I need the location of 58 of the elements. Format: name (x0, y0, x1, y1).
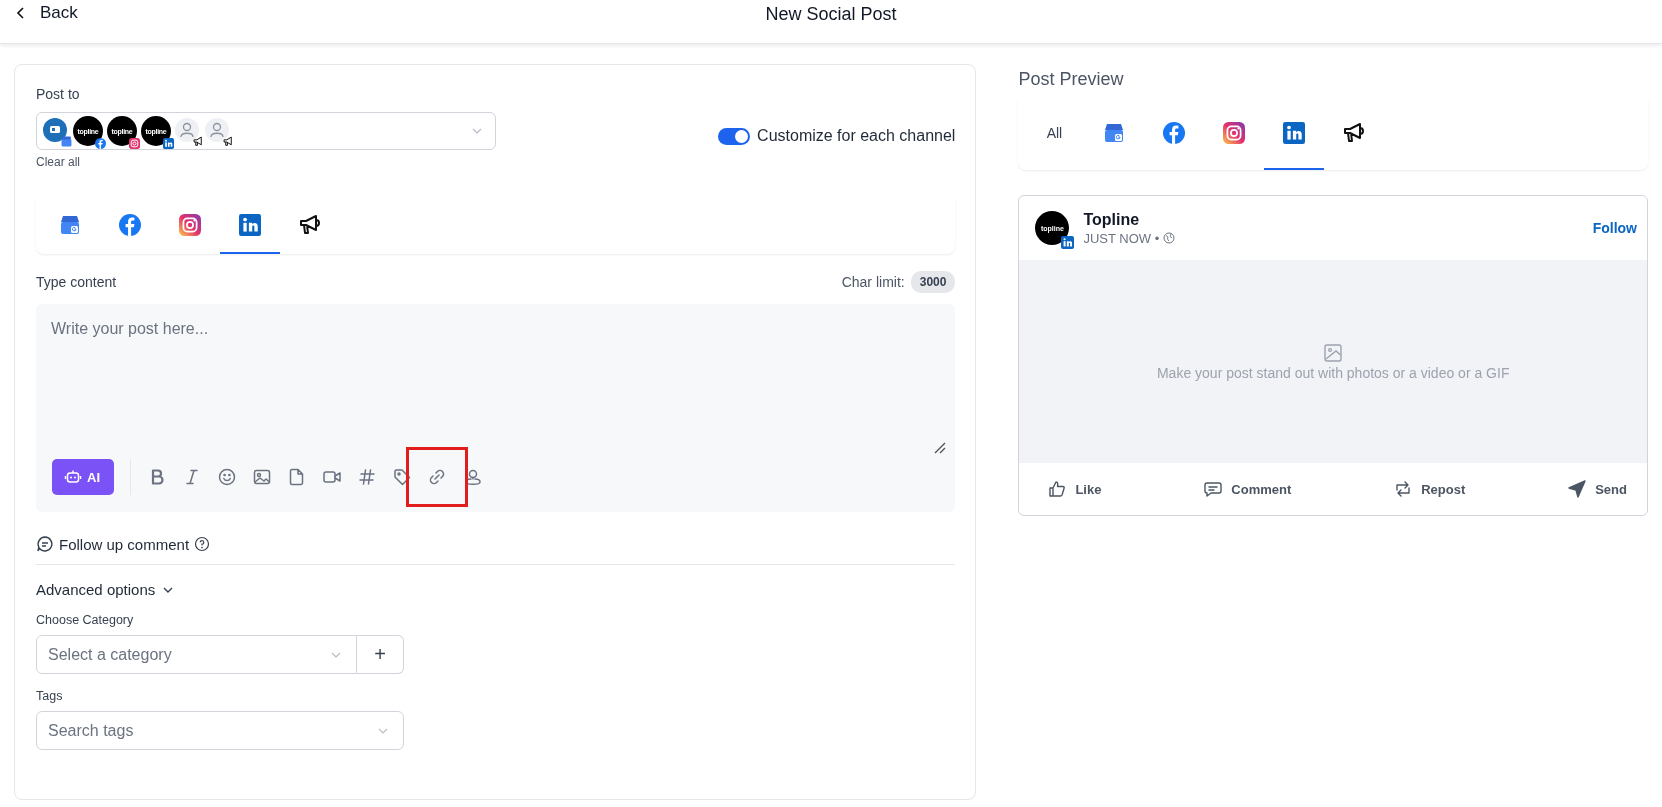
back-button[interactable]: Back (10, 0, 82, 27)
linkedin-icon (1061, 236, 1075, 249)
follow-up-comment-label: Follow up comment (59, 535, 190, 553)
ai-button[interactable]: AI (52, 459, 114, 495)
like-button[interactable]: Like (1047, 479, 1102, 499)
robot-icon (64, 468, 82, 486)
tags-label: Tags (36, 689, 64, 703)
customize-label: Customize for each channel (757, 127, 956, 145)
chat-bubble-icon (36, 535, 54, 553)
char-limit-label: Char limit: (841, 274, 905, 290)
type-content-label: Type content (36, 274, 117, 290)
post-to-label: Post to (36, 86, 81, 102)
clear-all-link[interactable]: Clear all (36, 155, 80, 169)
post-text-field[interactable]: Write your post here... (36, 304, 956, 459)
category-select[interactable]: Select a category (36, 635, 357, 674)
instagram-icon (1223, 122, 1246, 144)
store-avatar (43, 118, 67, 142)
image-icon (251, 467, 272, 487)
media-hint: Make your post stand out with photos or a video or a GIF (1156, 364, 1510, 381)
megaphone-icon (298, 213, 322, 236)
megaphone-icon (1342, 122, 1367, 144)
globe-icon (1163, 232, 1176, 244)
hashtag-icon (356, 467, 377, 487)
char-limit-badge: 3000 (910, 271, 956, 293)
linkedin-icon (1283, 122, 1306, 144)
follow-button[interactable]: Follow (1592, 220, 1637, 236)
send-icon (1567, 479, 1588, 499)
speech-bubble-icon (1203, 479, 1224, 499)
all-tab[interactable]: All (1024, 98, 1085, 170)
post-time: JUST NOW • (1083, 230, 1160, 246)
thumbs-up-icon (1047, 479, 1068, 499)
post-editor[interactable]: Write your post here... AI (36, 304, 956, 512)
tags-select[interactable]: Search tags (36, 711, 404, 750)
repost-button[interactable]: Repost (1393, 479, 1466, 499)
tag-icon (391, 467, 412, 487)
image-icon (1323, 342, 1344, 363)
resize-grip-icon (933, 441, 948, 455)
facebook-icon (1163, 122, 1186, 144)
help-icon[interactable] (194, 536, 211, 552)
page-title: New Social Post (765, 4, 897, 25)
store-icon (1103, 122, 1126, 144)
facebook-icon (119, 213, 141, 236)
profile-name: Topline (1083, 210, 1141, 229)
person-avatar (205, 118, 229, 142)
link-icon (427, 467, 447, 487)
linkedin-icon (239, 213, 261, 236)
toggle-switch[interactable] (718, 127, 751, 145)
choose-category-label: Choose Category (36, 613, 135, 627)
preview-title: Post Preview (1018, 69, 1125, 90)
instagram-icon (179, 213, 201, 236)
person-avatar (175, 118, 199, 142)
send-button[interactable]: Send (1567, 479, 1627, 499)
comment-button[interactable]: Comment (1203, 479, 1292, 499)
link-tool-button[interactable] (406, 447, 468, 507)
store-icon (59, 213, 81, 236)
advanced-options-toggle[interactable]: Advanced options (36, 581, 176, 598)
add-category-button[interactable]: + (357, 635, 404, 674)
smiley-icon (216, 467, 237, 487)
